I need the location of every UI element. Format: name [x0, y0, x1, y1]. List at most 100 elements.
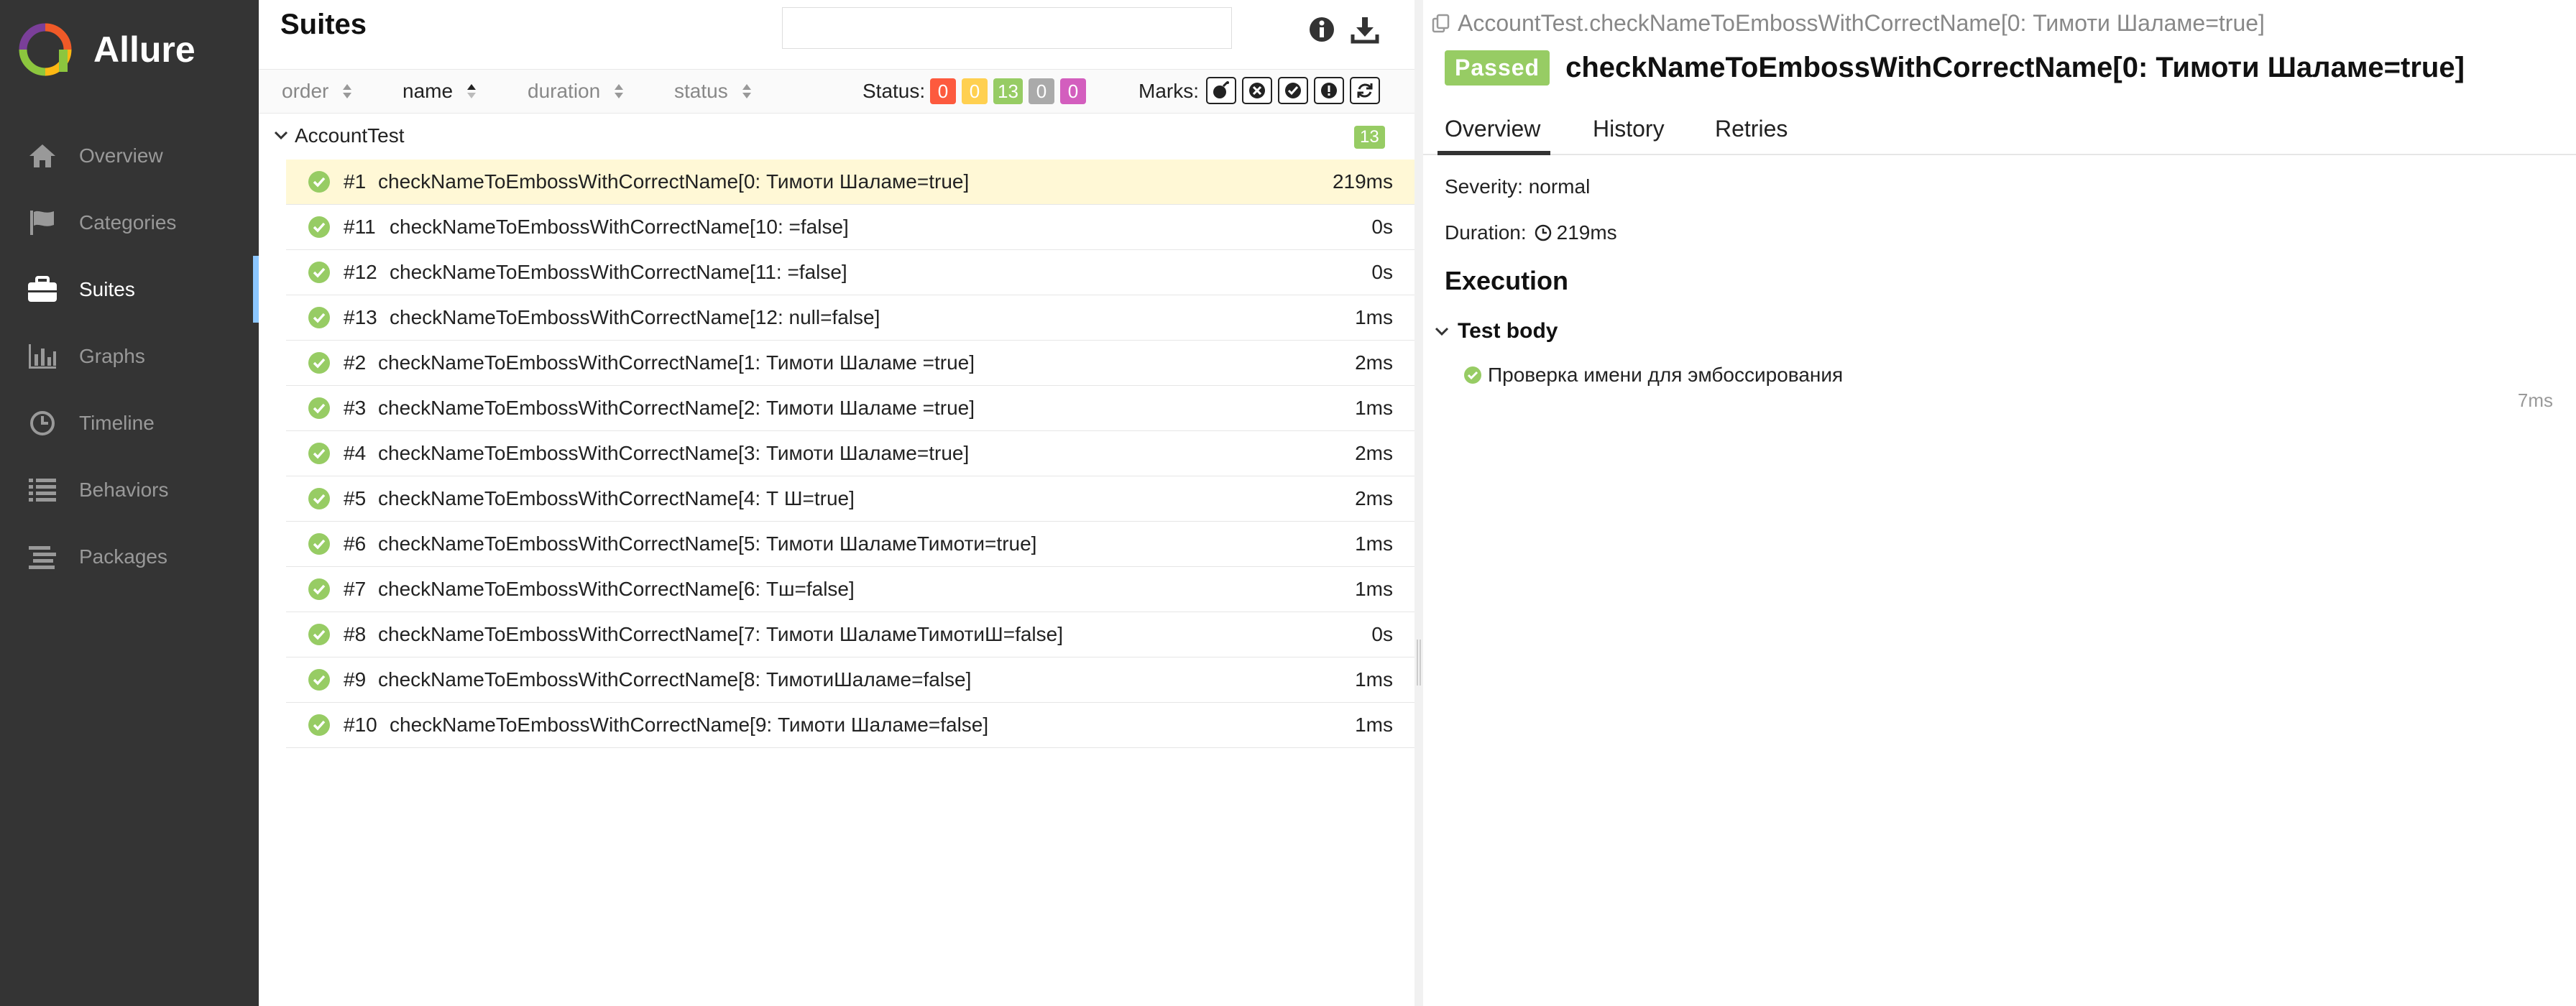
test-number: #10 [344, 714, 377, 736]
drag-handle-icon [1417, 640, 1421, 686]
passed-status-icon [308, 669, 330, 691]
sort-bar: order name duration status Status: 0 0 1… [259, 69, 1414, 114]
test-number: #5 [344, 487, 367, 509]
test-duration: 1ms [1355, 397, 1393, 419]
bar-chart-icon [26, 342, 59, 371]
test-body-label: Test body [1458, 319, 1558, 343]
tab-retries[interactable]: Retries [1715, 103, 1788, 154]
status-unknown-badge[interactable]: 0 [1059, 78, 1086, 104]
test-name: checkNameToEmbossWithCorrectName[2: Тимо… [378, 397, 975, 419]
sort-order[interactable]: order [282, 70, 353, 113]
sort-duration[interactable]: duration [528, 70, 625, 113]
sort-arrows-icon [742, 84, 751, 98]
test-duration: 1ms [1355, 532, 1393, 555]
test-row[interactable]: #1 checkNameToEmbossWithCorrectName[0: Ти… [286, 160, 1414, 205]
sidebar-item-graphs[interactable]: Graphs [0, 323, 259, 389]
passed-status-icon [308, 307, 330, 328]
test-row[interactable]: #5 checkNameToEmbossWithCorrectName[4: Т … [286, 476, 1414, 522]
status-badge: Passed [1445, 50, 1550, 86]
test-list: #1 checkNameToEmbossWithCorrectName[0: Ти… [286, 160, 1414, 748]
refresh-icon [1357, 83, 1373, 98]
test-title: checkNameToEmbossWithCorrectName[0: Тимо… [1565, 52, 2465, 83]
status-passed-badge[interactable]: 13 [993, 78, 1023, 104]
status-skipped-badge[interactable]: 0 [1028, 78, 1054, 104]
tab-history[interactable]: History [1593, 103, 1665, 154]
status-failed-badge[interactable]: 0 [930, 78, 956, 104]
test-row[interactable]: #4 checkNameToEmbossWithCorrectName[3: Ти… [286, 431, 1414, 476]
test-row[interactable]: #9 checkNameToEmbossWithCorrectName[8: Ти… [286, 657, 1414, 703]
test-row[interactable]: #13 checkNameToEmbossWithCorrectName[12: … [286, 295, 1414, 341]
sidebar-item-timeline[interactable]: Timeline [0, 389, 259, 456]
detail-tabs: Overview History Retries [1423, 103, 2576, 155]
test-row[interactable]: #6 checkNameToEmbossWithCorrectName[5: Ти… [286, 522, 1414, 567]
test-name: checkNameToEmbossWithCorrectName[6: Тш=f… [378, 578, 855, 600]
flaky-mark-button[interactable] [1206, 77, 1236, 104]
test-body-toggle[interactable]: Test body [1433, 319, 1558, 343]
new-broken-mark-button[interactable] [1314, 77, 1344, 104]
test-number: #12 [344, 261, 377, 283]
test-row[interactable]: #7 checkNameToEmbossWithCorrectName[6: Тш… [286, 567, 1414, 612]
test-row[interactable]: #3 checkNameToEmbossWithCorrectName[2: Ти… [286, 386, 1414, 431]
details-pane: AccountTest.checkNameToEmbossWithCorrect… [1423, 0, 2576, 1006]
passed-status-icon [308, 216, 330, 238]
test-number: #13 [344, 306, 377, 328]
test-name: checkNameToEmbossWithCorrectName[8: Тимо… [378, 668, 972, 691]
clock-icon [1535, 224, 1551, 241]
test-name: checkNameToEmbossWithCorrectName[4: Т Ш=… [378, 487, 855, 509]
execution-title: Execution [1445, 266, 1569, 295]
app-name: Allure [93, 29, 196, 70]
sidebar-item-overview[interactable]: Overview [0, 122, 259, 189]
status-broken-badge[interactable]: 0 [962, 78, 988, 104]
exclamation-circle-icon [1321, 83, 1337, 98]
test-name: checkNameToEmbossWithCorrectName[10: =fa… [390, 216, 849, 238]
sidebar-item-label: Timeline [79, 411, 155, 434]
sort-arrows-icon [343, 84, 352, 98]
test-name: checkNameToEmbossWithCorrectName[7: Тимо… [378, 623, 1063, 645]
briefcase-icon [26, 275, 59, 304]
clock-icon [26, 409, 59, 438]
test-number: #6 [344, 532, 367, 555]
sort-name-label: name [402, 80, 454, 102]
step-row[interactable]: Проверка имени для эмбоссирования [1463, 364, 1843, 387]
suites-pane: Suites order name duration status Status… [259, 0, 1414, 1006]
chevron-down-icon [1435, 327, 1449, 336]
tab-overview[interactable]: Overview [1437, 103, 1551, 155]
test-row[interactable]: #2 checkNameToEmbossWithCorrectName[1: Ти… [286, 341, 1414, 386]
allure-logo-icon [19, 23, 72, 76]
sidebar-item-categories[interactable]: Categories [0, 189, 259, 256]
packages-icon [26, 543, 59, 571]
test-duration: 2ms [1355, 442, 1393, 464]
home-icon [26, 142, 59, 170]
test-row[interactable]: #8 checkNameToEmbossWithCorrectName[7: Ти… [286, 612, 1414, 657]
test-row[interactable]: #12 checkNameToEmbossWithCorrectName[11: … [286, 250, 1414, 295]
pane-splitter[interactable] [1414, 0, 1423, 1006]
page-title: Suites [280, 9, 367, 40]
download-icon[interactable] [1350, 14, 1380, 45]
test-row[interactable]: #10 checkNameToEmbossWithCorrectName[9: Т… [286, 703, 1414, 748]
info-icon[interactable] [1307, 14, 1337, 45]
copy-icon[interactable] [1430, 13, 1452, 34]
status-filter: 0 0 13 0 0 [930, 78, 1086, 104]
sort-status[interactable]: status [674, 70, 753, 113]
sort-name[interactable]: name [402, 70, 477, 113]
test-number: #3 [344, 397, 367, 419]
sidebar-item-packages[interactable]: Packages [0, 523, 259, 590]
passed-status-icon [308, 533, 330, 555]
status-filter-label: Status: [862, 80, 926, 102]
search-input[interactable] [782, 7, 1232, 49]
sidebar-item-behaviors[interactable]: Behaviors [0, 456, 259, 523]
suite-group-row[interactable]: AccountTest 13 [259, 116, 1414, 155]
test-header: Passed checkNameToEmbossWithCorrectName[… [1445, 50, 2465, 86]
test-name: checkNameToEmbossWithCorrectName[12: nul… [390, 306, 880, 328]
test-duration: 0s [1371, 261, 1393, 283]
test-duration: 1ms [1355, 714, 1393, 736]
new-failed-mark-button[interactable] [1242, 77, 1272, 104]
brand[interactable]: Allure [19, 23, 196, 76]
retries-mark-button[interactable] [1350, 77, 1380, 104]
breadcrumb: AccountTest.checkNameToEmbossWithCorrect… [1430, 10, 2265, 37]
step-duration: 7ms [2517, 389, 2553, 411]
passed-status-icon [308, 714, 330, 736]
test-row[interactable]: #11 checkNameToEmbossWithCorrectName[10: … [286, 205, 1414, 250]
new-passed-mark-button[interactable] [1278, 77, 1308, 104]
sidebar-item-suites[interactable]: Suites [0, 256, 259, 323]
